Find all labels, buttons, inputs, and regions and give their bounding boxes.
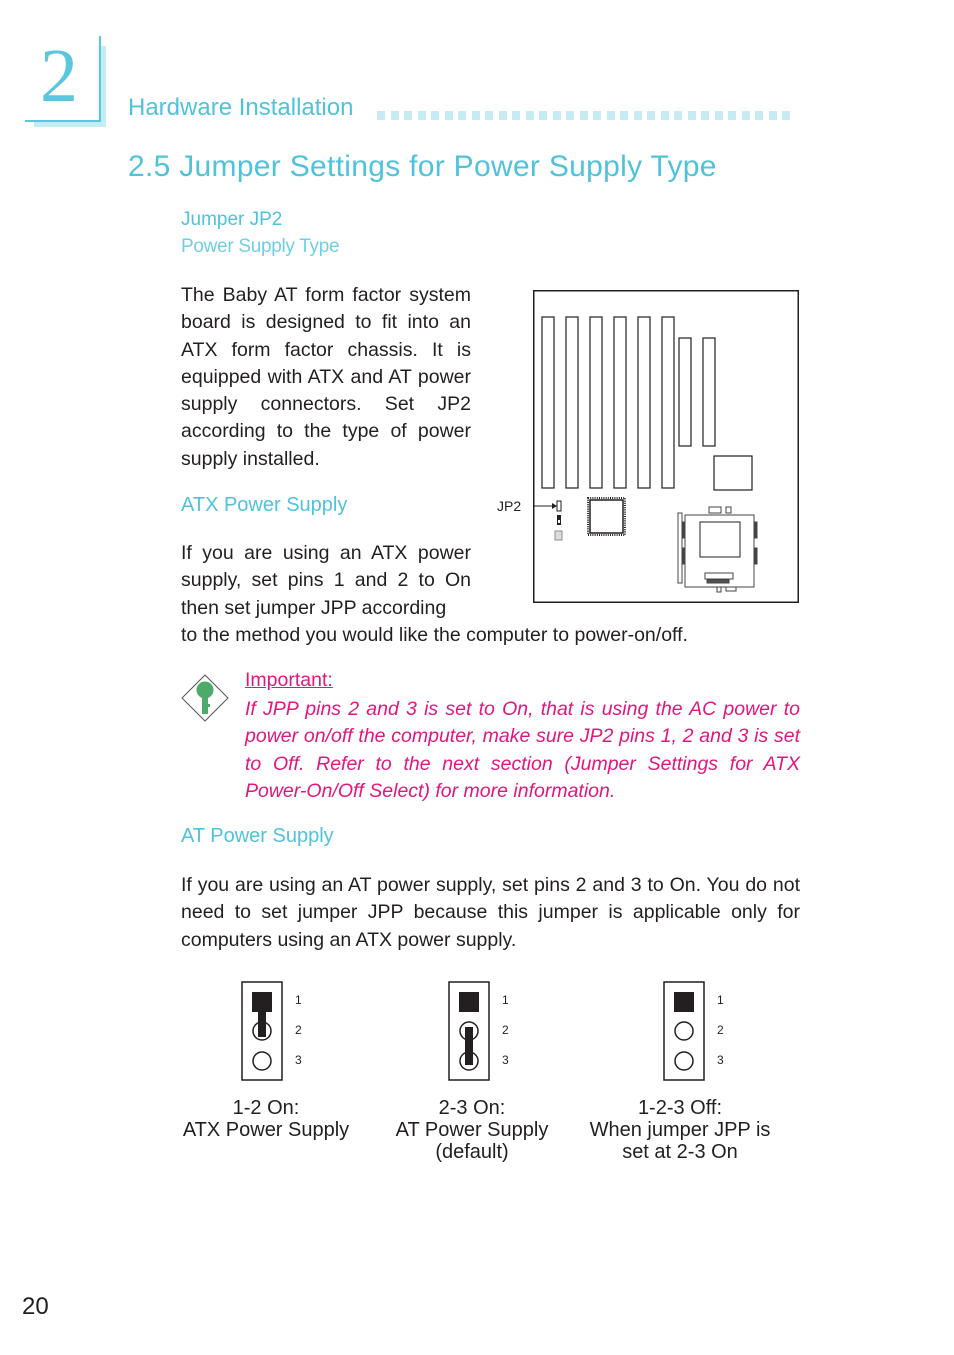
rule-dot xyxy=(417,111,426,120)
rule-dot xyxy=(768,111,777,120)
intro-paragraph: The Baby AT form factor system board is … xyxy=(181,284,471,470)
jumper-caption: 2-3 On: AT Power Supply (default) xyxy=(362,1097,582,1163)
rule-dot xyxy=(566,111,574,120)
jumper-caption: 1-2 On: ATX Power Supply xyxy=(156,1097,376,1141)
rule-dot xyxy=(633,111,642,120)
board-outline xyxy=(533,290,799,603)
jumper-subtitle: Power Supply Type xyxy=(181,236,340,257)
rule-dot xyxy=(512,111,520,120)
rule-dot xyxy=(755,111,763,120)
rule-dot xyxy=(498,111,507,120)
cpu-socket xyxy=(677,506,758,593)
board-diagram xyxy=(533,290,799,603)
isa-slot xyxy=(565,316,579,489)
simm-slot xyxy=(678,337,692,447)
isa-slot xyxy=(661,316,675,489)
caption-line: AT Power Supply xyxy=(395,1119,549,1141)
isa-slots xyxy=(541,316,675,489)
rule-dot xyxy=(782,111,790,120)
rule-dot xyxy=(458,111,466,120)
pin-number: 2 xyxy=(502,1023,509,1037)
rule-dot xyxy=(444,111,453,120)
rule-dot xyxy=(539,111,547,120)
rule-dot xyxy=(471,111,480,120)
chapter-number: 2 xyxy=(40,34,78,118)
key-icon xyxy=(181,674,229,722)
important-text: If JPP pins 2 and 3 is set to On, that i… xyxy=(245,698,800,802)
isa-slot xyxy=(541,316,555,489)
running-title: Hardware Installation xyxy=(128,94,354,121)
rule-dot xyxy=(593,111,601,120)
page-number: 20 xyxy=(22,1293,49,1320)
rule-dot xyxy=(579,111,588,120)
caption-line: 1-2-3 Off: xyxy=(637,1097,723,1119)
important-label: Important: xyxy=(245,669,333,691)
pin-1-square xyxy=(674,992,694,1012)
rule-dot xyxy=(620,111,628,120)
isa-slot xyxy=(613,316,627,489)
rule-dot xyxy=(701,111,709,120)
dotted-rule xyxy=(377,111,797,120)
rule-dot xyxy=(687,111,696,120)
at-paragraph: If you are using an AT power supply, set… xyxy=(181,874,800,951)
rule-dot xyxy=(647,111,655,120)
rule-dot xyxy=(552,111,561,120)
rule-dot xyxy=(390,111,399,120)
pin-number: 2 xyxy=(295,1023,302,1037)
simm-slots xyxy=(678,337,716,447)
rule-dot xyxy=(674,111,682,120)
caption-line: ATX Power Supply xyxy=(182,1119,350,1141)
rule-dot xyxy=(377,111,385,120)
atx-paragraph: If you are using an ATX power supply, se… xyxy=(181,542,471,619)
caption-line: (default) xyxy=(435,1141,509,1163)
pin-number: 1 xyxy=(502,993,509,1007)
pin-number: 1 xyxy=(295,993,302,1007)
rule-dot xyxy=(741,111,750,120)
pin-1-square xyxy=(459,992,479,1012)
jp2-on-board xyxy=(533,500,563,541)
rule-dot xyxy=(606,111,615,120)
caption-line: When jumper JPP is xyxy=(589,1119,771,1141)
rule-dot xyxy=(728,111,736,120)
rule-dot xyxy=(525,111,534,120)
rule-dot xyxy=(485,111,493,120)
rule-dot xyxy=(660,111,669,120)
simm-slot xyxy=(702,337,716,447)
atx-paragraph-continued: to the method you would like the compute… xyxy=(181,624,688,646)
jumper-block xyxy=(663,981,705,1081)
jumper-title: Jumper JP2 xyxy=(181,209,283,230)
arrow-icon xyxy=(552,503,557,509)
atx-heading: ATX Power Supply xyxy=(181,494,348,516)
isa-slot xyxy=(589,316,603,489)
pin-number: 3 xyxy=(295,1053,302,1067)
pin-number: 3 xyxy=(502,1053,509,1067)
rule-dot xyxy=(431,111,439,120)
pin-number: 2 xyxy=(717,1023,724,1037)
isa-slot xyxy=(637,316,651,489)
section-title: 2.5 Jumper Settings for Power Supply Typ… xyxy=(128,150,717,183)
jumper-caption: 1-2-3 Off: When jumper JPP is set at 2-3 O… xyxy=(570,1097,790,1163)
rule-dot xyxy=(404,111,412,120)
pin-2-circle xyxy=(674,1021,694,1041)
plcc-chip xyxy=(587,497,626,536)
chip-square xyxy=(713,455,753,491)
jumper-cap xyxy=(465,1027,473,1065)
at-heading: AT Power Supply xyxy=(181,825,334,847)
pin-3-circle xyxy=(674,1051,694,1071)
pin-3-circle xyxy=(252,1051,272,1071)
pin-number: 3 xyxy=(717,1053,724,1067)
jumper-cap xyxy=(258,1001,266,1037)
jumper-block xyxy=(241,981,283,1081)
caption-line: 2-3 On: xyxy=(438,1097,506,1119)
rule-dot xyxy=(714,111,723,120)
caption-line: 1-2 On: xyxy=(232,1097,300,1119)
caption-line: set at 2-3 On xyxy=(622,1141,738,1163)
pin-number: 1 xyxy=(717,993,724,1007)
jumper-block xyxy=(448,981,490,1081)
jp2-label: JP2 xyxy=(497,498,522,514)
